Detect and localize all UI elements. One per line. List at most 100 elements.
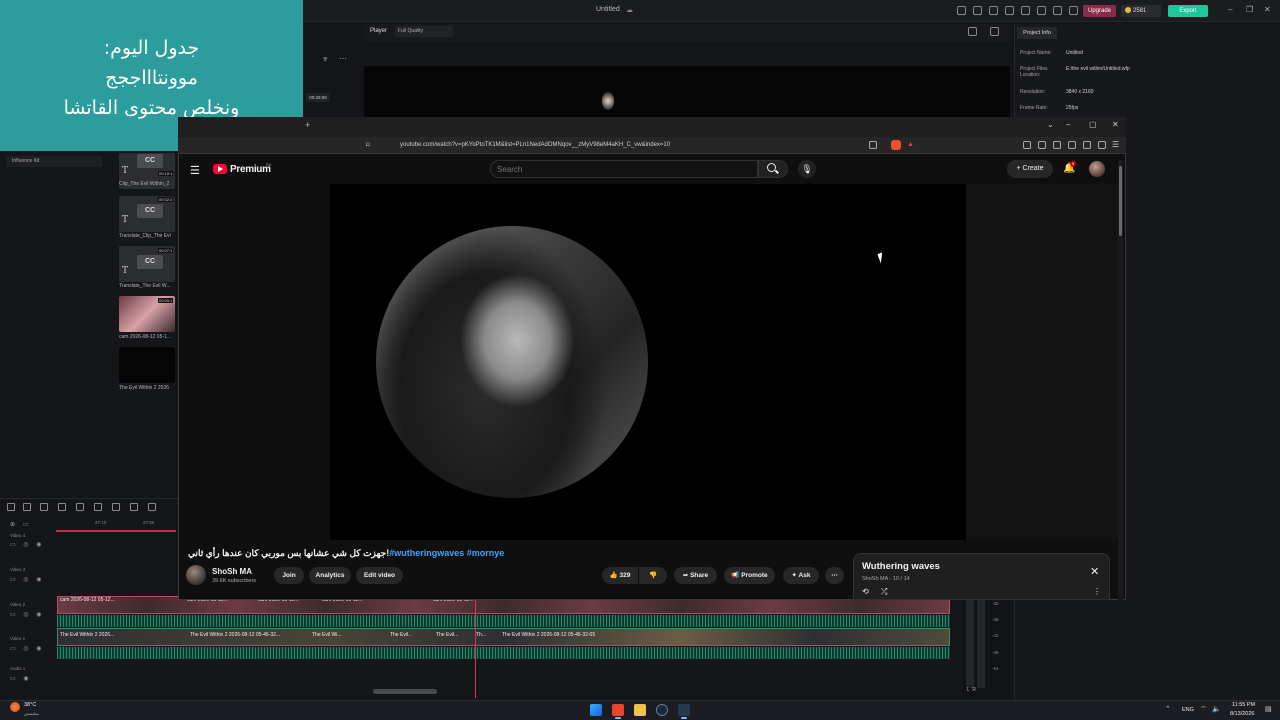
language-indicator[interactable]: ENG [1182,707,1194,713]
more-tools-icon[interactable] [148,503,156,511]
playlist-title[interactable]: Wuthering waves [862,561,940,572]
sidebar-item-influence-kit[interactable]: Influence Kit [6,156,102,167]
hamburger-menu-icon[interactable]: ☰ [190,164,200,177]
brave-browser-icon[interactable] [612,704,624,716]
ruler-tick: 27:10 [95,520,107,525]
youtube-premium-logo[interactable]: Premium [230,164,271,175]
snapshot-icon[interactable] [968,27,977,36]
grid-icon[interactable] [1053,6,1062,15]
start-icon[interactable] [590,704,602,716]
gift-icon[interactable] [957,6,966,15]
track-controls[interactable]: ▭ ◎ ◉ [10,645,44,652]
bookmark-icon[interactable]: ⌑ [366,141,370,149]
tab-project-info[interactable]: Project Info [1017,27,1057,39]
more-vertical-icon[interactable]: ⋮ [1093,587,1101,596]
image-icon[interactable] [990,27,999,36]
close-icon[interactable]: ✕ [1112,120,1119,129]
upgrade-button[interactable]: Upgrade [1083,5,1116,17]
analytics-button[interactable]: Analytics [309,567,351,584]
url-field[interactable]: youtube.com/watch?v=pKYoPtoTK1M&list=PLn… [400,142,670,148]
extension-icon[interactable] [1023,141,1031,149]
ask-button[interactable]: ✦ Ask [783,567,819,584]
cloud-upload-icon[interactable] [1037,6,1046,15]
promote-button[interactable]: 📢 Promote [724,567,775,584]
restore-icon[interactable]: ❐ [1246,5,1253,14]
new-tab-icon[interactable]: + [305,120,310,130]
loop-icon[interactable]: ⟲ [862,587,869,596]
redo-icon[interactable] [58,503,66,511]
wifi-icon[interactable]: ⌔ [1200,705,1207,714]
timeline-scrollbar[interactable] [373,689,437,694]
tray-chevron-icon[interactable]: ⌃ [1165,705,1171,713]
scrollbar-thumb[interactable] [1119,166,1122,236]
list-icon[interactable] [1005,6,1014,15]
file-explorer-icon[interactable] [634,704,646,716]
minimize-icon[interactable]: – [1066,120,1070,129]
delete-icon[interactable] [76,503,84,511]
sidebar-icon[interactable] [1053,141,1061,149]
steam-icon[interactable] [656,704,668,716]
join-button[interactable]: Join [274,567,304,584]
minimize-icon[interactable]: – [1228,5,1232,14]
layout-icon[interactable] [989,6,998,15]
clock-time[interactable]: 11:55 PM [1232,702,1255,708]
dislike-button[interactable]: 👎 [639,567,667,584]
weather-sun-icon[interactable] [10,702,20,712]
credits-badge[interactable]: 2581 [1121,5,1161,17]
pointer-icon[interactable] [23,503,31,511]
track-controls[interactable]: ▭ ◎ ◉ [10,576,44,583]
clip-label: The Evil... [436,632,459,638]
send-icon[interactable] [973,6,982,15]
microphone-icon[interactable]: 🎙 [798,160,816,178]
menu-icon[interactable]: ☰ [1112,140,1119,149]
track-controls[interactable]: ▭ ◎ ◉ [10,611,44,618]
channel-name[interactable]: ShoSh MA [212,567,252,576]
wallet-icon[interactable] [1068,141,1076,149]
add-track-icon[interactable]: ⊕ ▭ [10,521,31,528]
shield-icon[interactable] [1098,141,1106,149]
crop-icon[interactable] [130,503,138,511]
rewards-icon[interactable]: ▲ [907,141,914,148]
caption-icon: CC [137,255,163,269]
puzzle-icon[interactable] [1083,141,1091,149]
shuffle-icon[interactable]: ⤮ [881,587,887,597]
window-icon[interactable] [1021,6,1030,15]
share-button[interactable]: ➦ Share [674,567,717,584]
cloud-icon[interactable]: ☁ [626,6,633,14]
weather-temperature[interactable]: 38°C [24,702,36,708]
clip-label: The Evil Within 2 2026... [60,632,115,638]
brave-shields-icon[interactable] [891,140,901,150]
undo-icon[interactable] [40,503,48,511]
volume-icon[interactable]: 🔈 [1212,705,1221,713]
cast-icon[interactable] [869,141,877,149]
quality-select[interactable]: Full Quality [395,26,453,37]
search-box[interactable] [490,160,758,178]
close-icon[interactable]: ✕ [1264,5,1271,14]
avatar[interactable] [1089,161,1105,177]
maximize-icon[interactable]: ▢ [1089,120,1097,129]
more-icon[interactable]: ⋯ [339,54,347,63]
search-input[interactable]: Search [497,165,522,174]
media-thumbnail-game[interactable] [119,347,175,383]
grid-icon[interactable] [7,503,15,511]
active-indicator [615,717,621,719]
tab-search-icon[interactable]: ⌄ [1047,120,1054,129]
media-icon[interactable] [1069,6,1078,15]
like-button[interactable]: 👍 329 [602,567,638,584]
export-button[interactable]: Export [1168,5,1208,17]
more-actions-button[interactable]: ⋯ [825,567,844,584]
track-controls[interactable]: ▭ ◎ ◉ [10,541,44,548]
video-hashtags[interactable]: #wutheringwaves #mornye [389,548,504,558]
track-controls[interactable]: ▭ ◉ [10,675,32,682]
music-icon[interactable] [1038,141,1046,149]
video-editor-app-icon[interactable] [678,704,690,716]
notification-center-icon[interactable]: ▤ [1265,705,1272,713]
scissors-icon[interactable] [94,503,102,511]
create-button[interactable]: + Create [1007,160,1053,178]
channel-avatar[interactable] [186,565,206,585]
text-tool-icon[interactable] [112,503,120,511]
edit-video-button[interactable]: Edit video [356,567,403,584]
close-icon[interactable]: ✕ [1090,565,1099,578]
filter-icon[interactable]: ⩔ [323,54,328,64]
clock-date[interactable]: 8/13/2026 [1230,711,1254,717]
